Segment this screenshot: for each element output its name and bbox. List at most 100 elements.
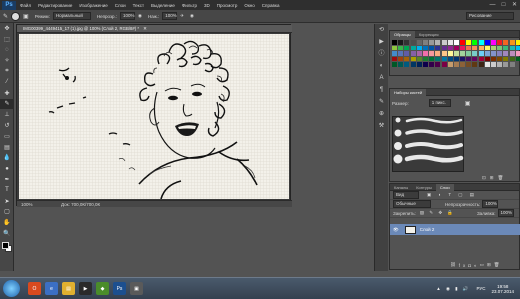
layer-style-icon[interactable]: fx xyxy=(459,263,469,268)
history-icon[interactable]: ⟲ xyxy=(376,25,388,35)
menu-item[interactable]: Слои xyxy=(115,3,126,8)
menu-item[interactable]: Просмотр xyxy=(217,3,238,8)
delete-brush-icon[interactable]: 🗑 xyxy=(498,175,504,181)
tab-layers[interactable]: Слои xyxy=(435,183,454,191)
language-indicator[interactable]: РУС xyxy=(476,286,485,291)
color-swatch[interactable] xyxy=(392,56,397,62)
ie-icon[interactable]: e xyxy=(45,282,58,295)
color-swatch[interactable] xyxy=(472,40,478,45)
explorer-icon[interactable]: ▤ xyxy=(62,282,75,295)
maximize-button[interactable]: □ xyxy=(498,1,509,9)
gradient-tool-icon[interactable]: ▤ xyxy=(0,142,14,153)
color-swatch[interactable] xyxy=(491,45,496,51)
color-swatch[interactable] xyxy=(466,56,472,62)
zoom-tool-icon[interactable]: 🔍 xyxy=(0,228,14,239)
workspace-select[interactable]: Рисование xyxy=(466,12,514,20)
color-swatch[interactable] xyxy=(509,56,515,62)
color-swatch[interactable] xyxy=(478,45,484,51)
history-brush-tool-icon[interactable]: ↺ xyxy=(0,120,14,131)
brush-tool-icon[interactable]: ✎ xyxy=(3,13,8,20)
pen-tool-icon[interactable]: ✒ xyxy=(0,174,14,185)
color-swatch[interactable] xyxy=(509,40,515,45)
color-swatch[interactable] xyxy=(503,40,509,45)
new-layer-icon[interactable]: ⊞ xyxy=(487,262,494,268)
color-swatch[interactable] xyxy=(509,51,515,56)
menu-item[interactable]: Фильтр xyxy=(182,3,197,8)
clock[interactable]: 19:58 23.07.2014 xyxy=(491,284,514,294)
character-icon[interactable]: A xyxy=(376,73,388,83)
color-swatch[interactable] xyxy=(453,62,459,67)
eraser-tool-icon[interactable]: ▭ xyxy=(0,131,14,142)
zoom-level[interactable]: 100% xyxy=(21,202,39,207)
color-swatch[interactable] xyxy=(416,51,422,56)
path-select-tool-icon[interactable]: ➤ xyxy=(0,196,14,207)
color-swatch[interactable] xyxy=(429,45,435,51)
color-swatch[interactable] xyxy=(404,51,410,56)
tab-brush-presets[interactable]: Наборы кистей xyxy=(390,88,427,96)
color-swatch[interactable] xyxy=(422,62,428,67)
color-swatch[interactable] xyxy=(404,62,410,67)
color-swatch[interactable] xyxy=(410,51,416,56)
document-tab[interactable]: IMG00399_4449415_17 (1).jpg @ 100% (Слой… xyxy=(17,25,292,33)
crop-tool-icon[interactable]: ⌗ xyxy=(0,66,14,77)
app-icon-gray[interactable]: ▣ xyxy=(130,282,143,295)
color-swatch[interactable] xyxy=(441,62,447,67)
color-swatch[interactable] xyxy=(491,62,496,67)
color-swatch[interactable] xyxy=(410,62,416,67)
toggle-brush-panel-icon[interactable]: ⊡ xyxy=(482,175,486,181)
pressure-size-icon[interactable]: ◉ xyxy=(190,13,194,19)
color-swatch[interactable] xyxy=(466,62,472,67)
color-swatch[interactable] xyxy=(441,51,447,56)
color-swatch[interactable] xyxy=(398,40,404,45)
color-swatch[interactable] xyxy=(472,56,478,62)
shape-tool-icon[interactable]: ▢ xyxy=(0,207,14,218)
brush-icon[interactable]: ✎ xyxy=(376,97,388,107)
color-swatch[interactable] xyxy=(460,56,466,62)
color-swatch[interactable] xyxy=(497,56,503,62)
color-swatch[interactable] xyxy=(478,51,484,56)
brush-tool-icon[interactable]: ✎ xyxy=(0,98,14,110)
brush-panel-toggle-icon[interactable]: ▣ xyxy=(23,13,29,20)
layer-name[interactable]: Слой 2 xyxy=(420,227,435,232)
color-swatch[interactable] xyxy=(472,51,478,56)
color-swatch[interactable] xyxy=(416,45,422,51)
move-tool-icon[interactable]: ✥ xyxy=(0,23,14,34)
create-brush-icon[interactable]: ⊞ xyxy=(490,175,494,181)
close-document-icon[interactable]: ✕ xyxy=(143,26,147,32)
mode-select[interactable]: Нормальный xyxy=(52,12,91,20)
eyedropper-tool-icon[interactable]: ⁄ xyxy=(0,77,14,88)
lock-icons[interactable]: ▨ ✎ ✥ 🔒 xyxy=(420,210,455,216)
color-swatch[interactable] xyxy=(453,56,459,62)
tab-paths[interactable]: Контуры xyxy=(412,184,436,191)
blur-tool-icon[interactable]: 💧 xyxy=(0,153,14,164)
color-swatch[interactable] xyxy=(392,40,397,45)
color-swatch[interactable] xyxy=(497,40,503,45)
color-swatch[interactable] xyxy=(484,40,490,45)
color-swatch[interactable] xyxy=(447,62,453,67)
tab-swatches[interactable]: Образцы xyxy=(390,30,415,38)
menu-item[interactable]: Редактирование xyxy=(38,3,72,8)
color-swatch[interactable] xyxy=(404,40,410,45)
color-swatch[interactable] xyxy=(429,62,435,67)
color-swatch[interactable] xyxy=(435,40,441,45)
visibility-eye-icon[interactable]: 👁 xyxy=(393,227,399,233)
color-swatch[interactable] xyxy=(429,40,435,45)
actions-icon[interactable]: ▶ xyxy=(376,37,388,47)
color-swatch[interactable] xyxy=(478,62,484,67)
color-swatch[interactable] xyxy=(453,51,459,56)
opera-icon[interactable]: O xyxy=(28,282,41,295)
color-swatch[interactable] xyxy=(392,45,397,51)
color-swatch[interactable] xyxy=(466,40,472,45)
type-tool-icon[interactable]: T xyxy=(0,185,14,196)
color-swatch[interactable] xyxy=(503,45,509,51)
color-swatch[interactable] xyxy=(392,51,397,56)
brush-size-input[interactable]: 1 пикс. xyxy=(428,99,451,107)
brush-preset-picker[interactable] xyxy=(11,11,21,21)
color-swatch[interactable] xyxy=(447,40,453,45)
opacity-input[interactable]: 100% xyxy=(120,12,136,20)
color-swatch[interactable] xyxy=(497,62,503,67)
layer-opacity-input[interactable]: 100% xyxy=(482,200,499,208)
color-swatch[interactable] xyxy=(422,56,428,62)
color-swatch[interactable] xyxy=(472,62,478,67)
color-swatch[interactable] xyxy=(466,51,472,56)
